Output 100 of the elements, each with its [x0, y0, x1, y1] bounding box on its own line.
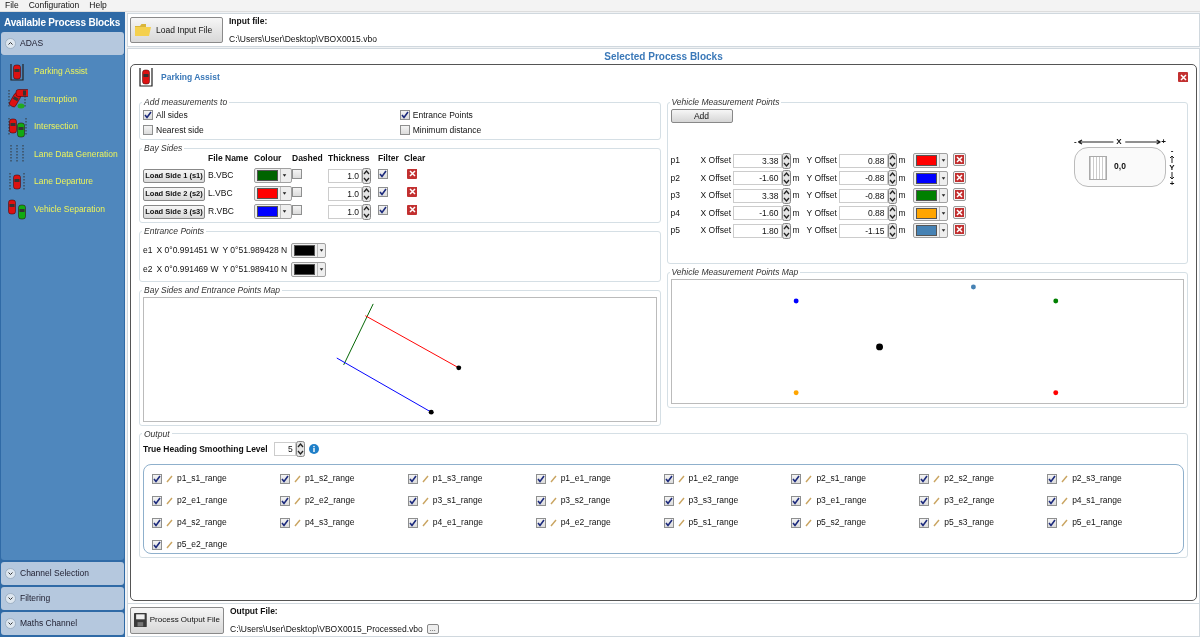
section-header[interactable]: Channel Selection [1, 562, 124, 585]
checkbox[interactable] [1047, 517, 1058, 528]
checkbox[interactable] [292, 168, 302, 179]
thickness-field[interactable]: 1.0 [328, 186, 362, 201]
y-offset-field[interactable]: -0.88 [838, 188, 888, 203]
spin-button[interactable] [781, 187, 791, 204]
channel-option[interactable]: p4_s1_range [1047, 492, 1175, 510]
checkbox[interactable] [1047, 473, 1058, 484]
menu-item[interactable]: Configuration [28, 1, 80, 10]
checkbox[interactable] [407, 495, 418, 506]
channel-option[interactable]: p3_s3_range [663, 492, 792, 510]
color-dropdown[interactable] [912, 153, 948, 168]
y-offset-field[interactable]: -0.88 [838, 171, 888, 185]
checkbox[interactable] [535, 517, 546, 528]
checkbox[interactable] [791, 517, 802, 528]
checkbox[interactable] [143, 124, 153, 135]
channel-option[interactable]: p5_s3_range [919, 514, 1048, 532]
spin-button[interactable] [362, 167, 371, 184]
channel-option[interactable]: p1_s3_range [407, 470, 536, 488]
clear-button[interactable] [407, 204, 417, 215]
x-offset-field[interactable]: 3.38 [732, 153, 782, 168]
checkbox[interactable] [791, 473, 802, 484]
add-button[interactable]: Add [670, 108, 733, 123]
channel-option[interactable]: p1_s1_range [152, 470, 280, 488]
spin-button[interactable] [887, 222, 897, 239]
thickness-field[interactable]: 1.0 [328, 168, 362, 183]
checkbox[interactable] [279, 517, 290, 528]
clear-button[interactable] [407, 186, 417, 197]
checkbox[interactable] [292, 186, 302, 197]
checkbox[interactable] [378, 169, 388, 180]
checkbox[interactable] [152, 517, 162, 528]
clear-button[interactable] [952, 170, 966, 184]
y-offset-field[interactable]: -1.15 [838, 223, 888, 238]
channel-option[interactable]: p4_s2_range [152, 514, 280, 532]
channel-option[interactable]: p1_s2_range [279, 470, 408, 488]
measurement-option[interactable]: Entrance Points [399, 108, 657, 122]
clear-button[interactable] [952, 205, 966, 219]
spin-button[interactable] [781, 152, 791, 169]
color-dropdown[interactable] [912, 170, 948, 186]
checkbox[interactable] [407, 473, 418, 484]
spin-button[interactable] [781, 170, 791, 186]
channel-option[interactable]: p2_s2_range [919, 470, 1048, 488]
checkbox[interactable] [399, 124, 410, 135]
spin-button[interactable] [295, 441, 305, 458]
measurement-option[interactable]: All sides [143, 108, 400, 122]
channel-option[interactable]: p4_e2_range [535, 514, 664, 532]
measurement-option[interactable]: Nearest side [143, 123, 400, 137]
color-dropdown[interactable] [254, 168, 292, 183]
smoothing-field[interactable]: 5 [273, 442, 296, 457]
color-dropdown[interactable] [912, 223, 948, 238]
channel-option[interactable]: p4_s3_range [279, 514, 408, 532]
checkbox[interactable] [663, 473, 674, 484]
x-offset-field[interactable]: -1.60 [732, 171, 782, 185]
color-dropdown[interactable] [912, 188, 948, 203]
spin-button[interactable] [887, 187, 897, 204]
color-dropdown[interactable] [291, 242, 327, 258]
spin-button[interactable] [781, 205, 791, 221]
clear-button[interactable] [952, 153, 966, 167]
color-dropdown[interactable] [254, 186, 292, 201]
section-header[interactable]: Maths Channel [1, 612, 124, 635]
checkbox[interactable] [279, 473, 290, 484]
clear-button[interactable] [952, 223, 966, 237]
thickness-field[interactable]: 1.0 [328, 204, 362, 219]
spin-button[interactable] [887, 205, 897, 221]
channel-option[interactable]: p5_s1_range [663, 514, 792, 532]
checkbox[interactable] [152, 473, 162, 484]
color-dropdown[interactable] [254, 204, 292, 219]
spin-button[interactable] [887, 152, 897, 169]
checkbox[interactable] [152, 539, 162, 550]
x-offset-field[interactable]: 3.38 [732, 188, 782, 203]
checkbox[interactable] [1047, 495, 1058, 506]
measurement-option[interactable]: Minimum distance [399, 123, 657, 137]
y-offset-field[interactable]: 0.88 [838, 153, 888, 168]
menu-item[interactable]: Help [89, 1, 107, 10]
channel-option[interactable]: p1_e1_range [535, 470, 664, 488]
channel-option[interactable]: p3_s1_range [407, 492, 536, 510]
checkbox[interactable] [919, 495, 930, 506]
checkbox[interactable] [279, 495, 290, 506]
checkbox[interactable] [399, 110, 410, 121]
channel-option[interactable]: p4_e1_range [407, 514, 536, 532]
checkbox[interactable] [143, 110, 153, 121]
spin-button[interactable] [781, 222, 791, 239]
channel-option[interactable]: p1_e2_range [663, 470, 792, 488]
checkbox[interactable] [378, 187, 388, 198]
spin-button[interactable] [362, 203, 371, 220]
checkbox[interactable] [791, 495, 802, 506]
process-block-item[interactable]: Vehicle Separation [1, 195, 124, 223]
load-input-file-button[interactable]: Load Input File [130, 17, 223, 43]
section-header[interactable]: ADAS [1, 32, 124, 55]
channel-option[interactable]: p5_s2_range [791, 514, 920, 532]
channel-option[interactable]: p3_e2_range [919, 492, 1048, 510]
info-icon[interactable] [308, 444, 319, 455]
checkbox[interactable] [919, 473, 930, 484]
checkbox[interactable] [919, 517, 930, 528]
channel-option[interactable]: p5_e2_range [152, 536, 280, 554]
clear-button[interactable] [952, 188, 966, 202]
channel-option[interactable]: p2_e2_range [279, 492, 408, 510]
color-dropdown[interactable] [912, 205, 948, 221]
checkbox[interactable] [292, 204, 302, 215]
checkbox[interactable] [663, 495, 674, 506]
